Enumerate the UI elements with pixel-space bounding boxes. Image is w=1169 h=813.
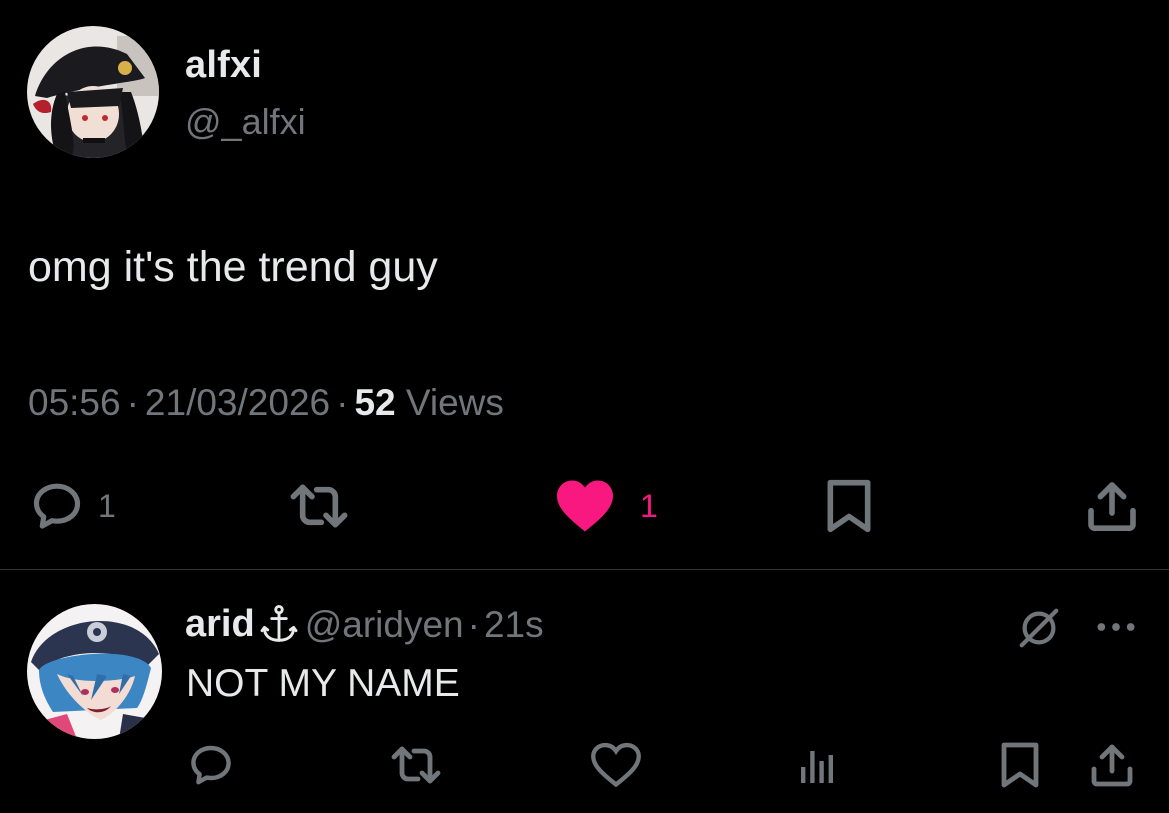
reply-views-button[interactable] <box>796 745 838 790</box>
reply-header: arid @aridyen · 21s <box>185 603 544 646</box>
author-name[interactable]: alfxi <box>185 44 262 87</box>
author-avatar[interactable] <box>27 26 159 158</box>
tweet-date[interactable]: 21/03/2026 <box>145 382 330 423</box>
reply-reply-button[interactable] <box>186 741 236 794</box>
reply-share-button[interactable] <box>1088 741 1136 794</box>
tweet-time[interactable]: 05:56 <box>28 382 121 423</box>
grok-icon[interactable] <box>1016 605 1062 656</box>
anchor-icon <box>259 604 299 646</box>
views-icon <box>801 751 833 783</box>
share-button[interactable] <box>1084 478 1140 534</box>
retweet-button[interactable] <box>284 478 354 534</box>
share-icon <box>1091 744 1133 787</box>
reply-like-button[interactable] <box>590 741 642 794</box>
like-button[interactable]: 1 <box>554 478 658 534</box>
bookmark-icon <box>1001 742 1039 788</box>
views-count[interactable]: 52 <box>354 382 395 423</box>
retweet-icon <box>290 484 348 528</box>
more-icon[interactable] <box>1094 612 1138 647</box>
reply-separator: · <box>467 603 480 645</box>
reply-time[interactable]: 21s <box>484 604 544 646</box>
reply-author-handle[interactable]: @aridyen <box>305 604 464 646</box>
reply-button[interactable]: 1 <box>28 478 116 534</box>
reply-count: 1 <box>98 487 116 524</box>
heart-filled-icon <box>557 480 613 532</box>
bookmark-icon <box>827 479 871 533</box>
tweet-meta: 05:56 · 21/03/2026 · 52 Views <box>28 382 504 424</box>
tweet-text: omg it's the trend guy <box>28 243 438 291</box>
share-icon <box>1088 482 1136 531</box>
divider <box>0 569 1169 570</box>
like-count: 1 <box>640 487 658 524</box>
reply-bubble-icon <box>191 745 231 785</box>
retweet-icon <box>391 746 441 784</box>
views-label[interactable]: Views <box>406 382 504 423</box>
reply-bookmark-button[interactable] <box>998 741 1042 794</box>
heart-icon <box>591 742 641 788</box>
reply-author-name[interactable]: arid <box>185 603 255 646</box>
reply-text: NOT MY NAME <box>186 662 460 705</box>
reply-bubble-icon <box>33 483 81 529</box>
bookmark-button[interactable] <box>822 478 876 534</box>
meta-separator: · <box>336 382 349 423</box>
author-handle[interactable]: @_alfxi <box>185 101 306 143</box>
reply-retweet-button[interactable] <box>388 741 444 794</box>
reply-author-avatar[interactable] <box>27 604 162 739</box>
meta-separator: · <box>126 382 139 423</box>
